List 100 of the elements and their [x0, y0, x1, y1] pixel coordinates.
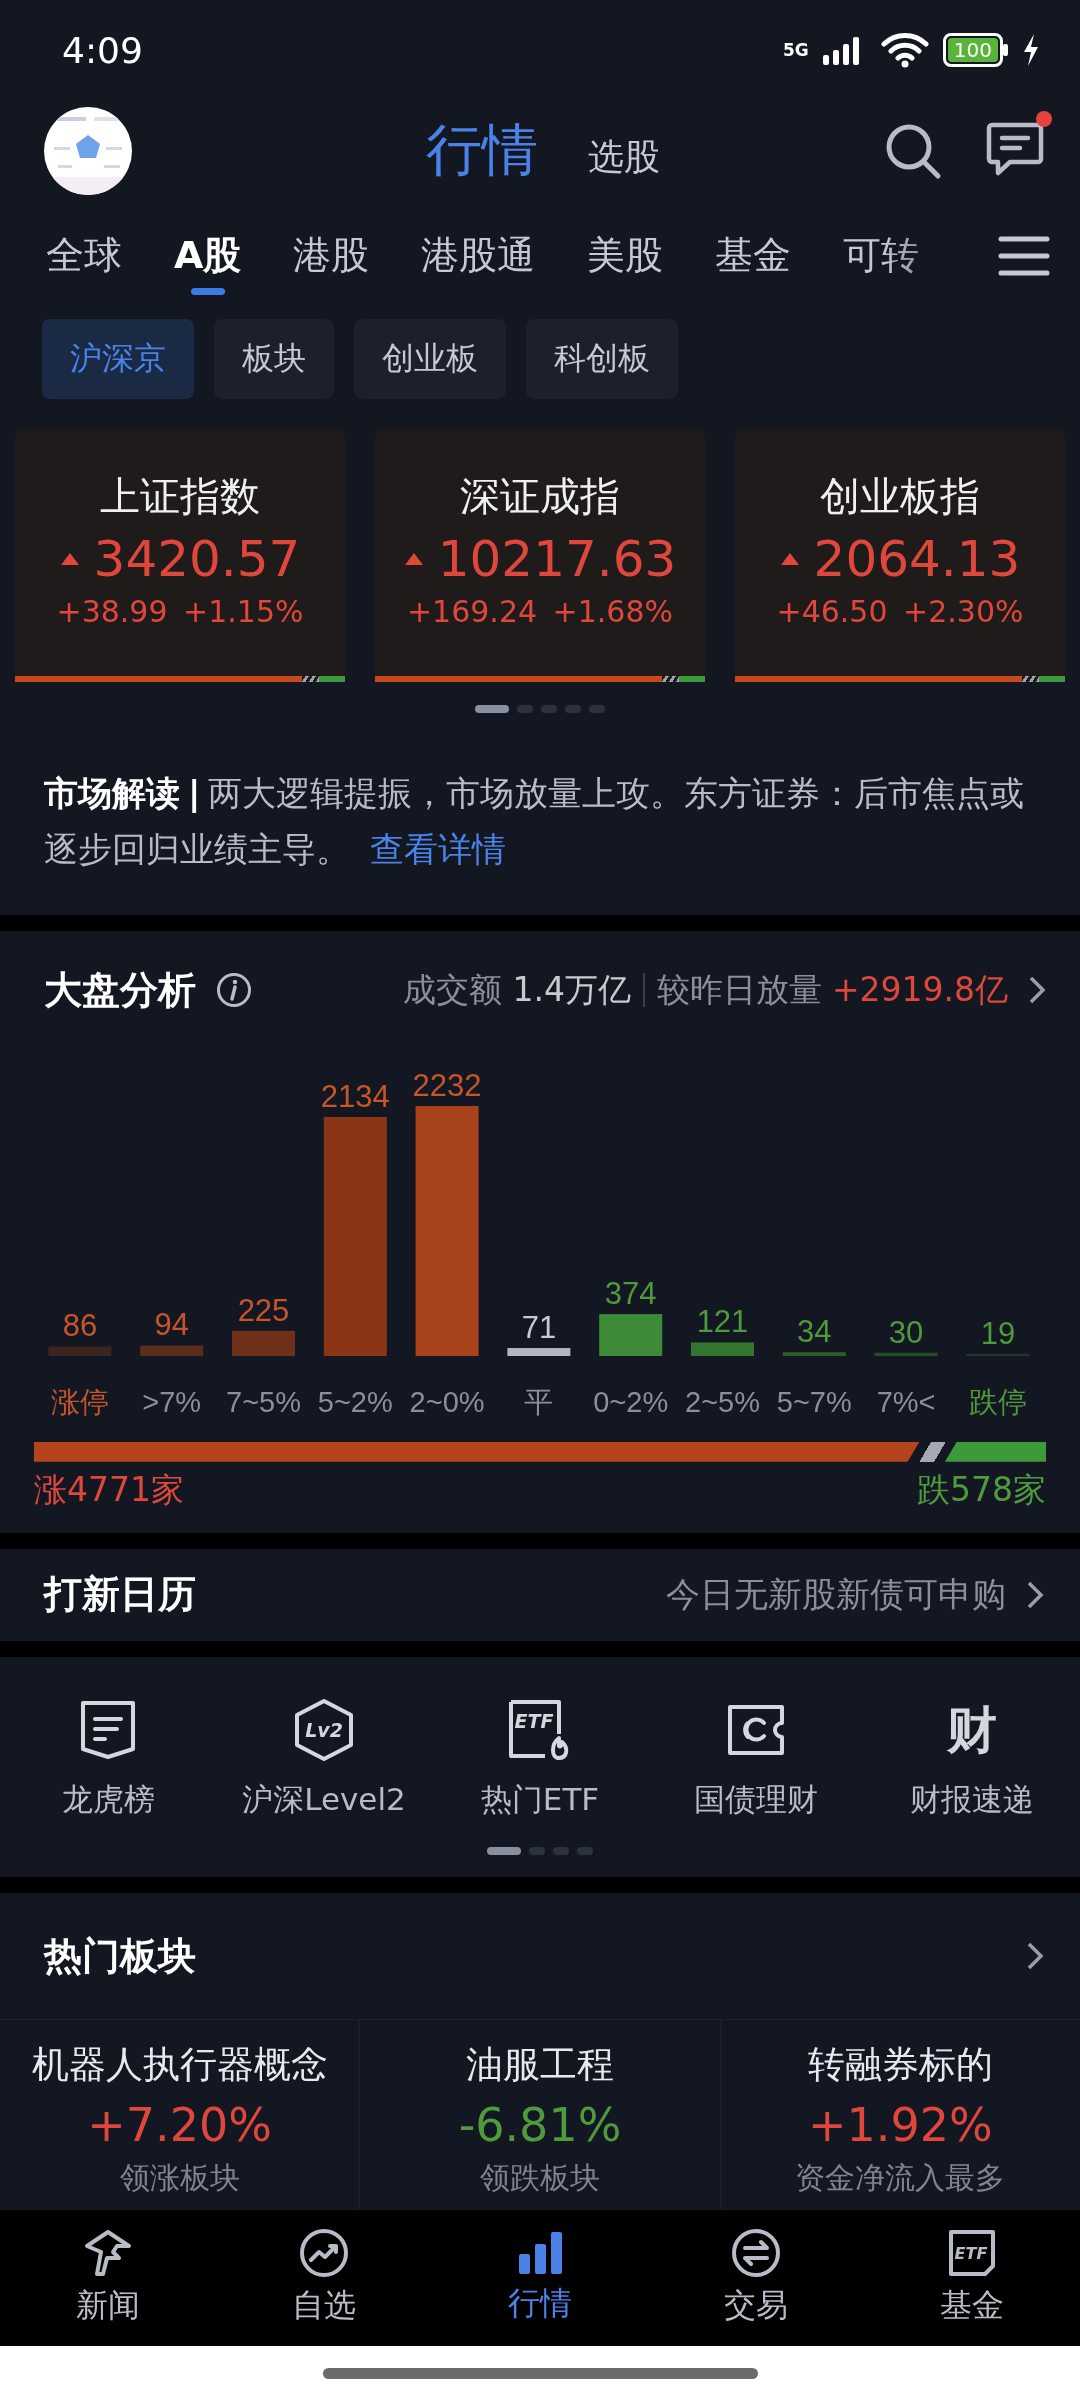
chart-bar — [507, 1347, 571, 1356]
sector-change: +1.92% — [807, 2098, 993, 2152]
network-type: 5G — [783, 40, 809, 61]
index-price: 2064.13 — [813, 529, 1021, 588]
nav-tab[interactable]: 新闻 — [76, 2284, 140, 2328]
wifi-icon — [880, 32, 929, 69]
shortcut-label[interactable]: 财报速递 — [910, 1779, 1034, 1821]
menu-icon[interactable] — [998, 234, 1050, 277]
market-tab[interactable]: 全球 — [46, 216, 122, 296]
shortcut-label[interactable]: 沪深Level2 — [242, 1779, 406, 1821]
trend-chart-icon — [299, 2228, 349, 2278]
charging-icon — [1022, 34, 1040, 67]
index-price: 10217.63 — [437, 529, 677, 588]
bar-value-label: 374 — [604, 1275, 657, 1311]
chart-bar — [874, 1352, 938, 1356]
index-card[interactable]: 深证成指 10217.63 +169.24 +1.68% — [375, 428, 705, 682]
market-tab[interactable]: 可转 — [843, 216, 920, 296]
etf-icon: ETF — [947, 2228, 997, 2278]
market-tab[interactable]: 基金 — [715, 216, 792, 296]
ipo-note[interactable]: 今日无新股新债可申购 — [666, 1571, 1006, 1618]
sector-name[interactable]: 机器人执行器概念 — [31, 2040, 328, 2090]
filter-chip[interactable]: 板块 — [214, 318, 334, 399]
category-label: 5~2% — [317, 1385, 393, 1418]
market-tab[interactable]: 美股 — [587, 216, 664, 296]
category-label: 2~0% — [409, 1385, 485, 1418]
chevron-right-icon[interactable] — [1026, 1941, 1044, 1971]
section-title: 热门板块 — [44, 1932, 197, 1980]
shortcut-label[interactable]: 热门ETF — [480, 1779, 600, 1821]
up-arrow-icon — [779, 551, 800, 566]
info-icon[interactable] — [216, 972, 252, 1009]
category-label: 跌停 — [968, 1385, 1027, 1418]
category-label: 7%< — [876, 1385, 936, 1418]
separator: | — [188, 772, 201, 813]
market-tab[interactable]: 港股通 — [421, 216, 536, 296]
sector-caption: 领涨板块 — [119, 2159, 240, 2197]
bar-value-label: 34 — [797, 1314, 832, 1349]
category-label: 7~5% — [226, 1385, 301, 1418]
chart-bar — [599, 1313, 663, 1356]
level2-badge-icon: Lv2 — [293, 1698, 355, 1762]
index-card[interactable]: 上证指数 3420.57 +38.99 +1.15% — [15, 428, 345, 682]
bar-chart-icon — [517, 2230, 563, 2276]
bar-value-label: 71 — [521, 1309, 557, 1345]
bar-value-label: 121 — [696, 1304, 749, 1340]
index-change: +46.50 +2.30% — [776, 593, 1024, 629]
clock: 4:09 — [62, 29, 144, 71]
bar-value-label: 225 — [237, 1292, 290, 1328]
sector-name[interactable]: 油服工程 — [466, 2040, 614, 2090]
bar-value-label: 2232 — [412, 1067, 482, 1103]
nav-tab[interactable]: 基金 — [940, 2284, 1004, 2328]
message-icon[interactable] — [986, 120, 1044, 177]
exchange-icon — [731, 2228, 781, 2278]
nav-tab[interactable]: 交易 — [724, 2284, 788, 2328]
chart-bar — [691, 1342, 754, 1356]
section-title: 打新日历 — [44, 1571, 197, 1619]
category-label: >7% — [142, 1385, 202, 1418]
ticket-icon — [726, 1703, 786, 1757]
falling-count: 跌578家 — [917, 1468, 1046, 1511]
up-arrow-icon — [59, 551, 80, 566]
index-card[interactable]: 创业板指 2064.13 +46.50 +2.30% — [735, 428, 1065, 682]
category-label: 2~5% — [685, 1385, 760, 1418]
chart-bar — [140, 1345, 204, 1356]
market-tab[interactable]: 港股 — [293, 216, 370, 296]
index-name: 上证指数 — [100, 471, 260, 521]
turnover-value: 1.4万亿 — [512, 968, 631, 1011]
filter-chip[interactable]: 沪深京 — [42, 318, 194, 399]
volume-change-label: 较昨日放量 — [656, 968, 822, 1011]
index-name: 创业板指 — [820, 471, 980, 521]
bar-value-label: 94 — [154, 1307, 189, 1343]
sector-caption: 资金净流入最多 — [795, 2159, 1006, 2197]
bar-value-label: 30 — [888, 1314, 924, 1350]
rising-count: 涨4771家 — [34, 1468, 184, 1511]
index-change: +169.24 +1.68% — [406, 593, 674, 629]
turnover-label: 成交额 — [403, 968, 503, 1011]
shortcut-label[interactable]: 龙虎榜 — [61, 1779, 155, 1821]
volume-change-value: +2919.8亿 — [831, 968, 1008, 1011]
bar-value-label: 86 — [62, 1308, 98, 1344]
nav-tab[interactable]: 行情 — [508, 2282, 572, 2326]
filter-chip[interactable]: 创业板 — [354, 318, 506, 399]
sector-name[interactable]: 转融券标的 — [807, 2040, 993, 2090]
shortcut-label[interactable]: 国债理财 — [694, 1779, 818, 1821]
header-tab[interactable]: 选股 — [588, 132, 660, 182]
chart-bar — [782, 1352, 846, 1356]
market-tab[interactable]: A股 — [174, 216, 242, 296]
header-tab[interactable]: 行情 — [426, 112, 538, 189]
chart-bar — [232, 1330, 295, 1356]
chevron-right-icon[interactable] — [1028, 975, 1046, 1006]
category-label: 5~7% — [776, 1385, 852, 1418]
chevron-right-icon[interactable] — [1026, 1579, 1044, 1610]
sector-change: -6.81% — [458, 2098, 622, 2152]
pin-arrow-icon — [83, 2228, 133, 2278]
category-label: 0~2% — [593, 1385, 669, 1418]
chart-bar — [48, 1346, 112, 1356]
battery-indicator: 100 — [942, 33, 1008, 68]
filter-chip[interactable]: 科创板 — [526, 318, 678, 399]
sector-caption: 领跌板块 — [480, 2159, 600, 2197]
document-icon — [79, 1699, 137, 1761]
nav-tab[interactable]: 自选 — [292, 2284, 356, 2328]
category-label: 涨停 — [50, 1385, 109, 1418]
details-link[interactable]: 查看详情 — [370, 828, 506, 869]
index-price: 3420.57 — [93, 529, 301, 588]
